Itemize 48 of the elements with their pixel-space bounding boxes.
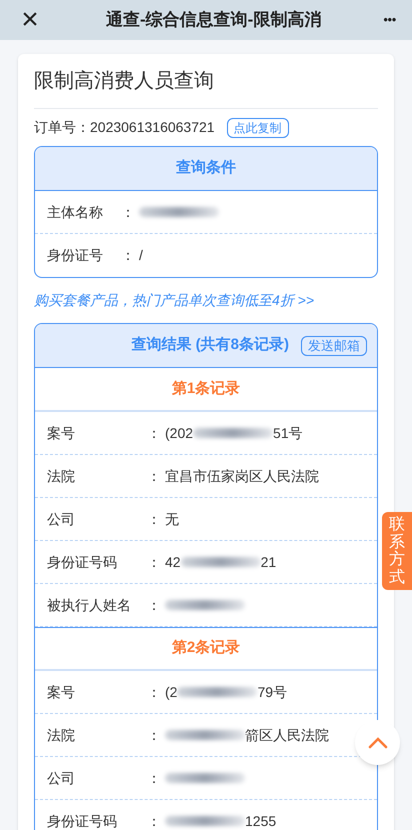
- colon: ：: [147, 682, 162, 702]
- record-title: 第2条记录: [35, 627, 377, 671]
- field-value: 21: [260, 552, 276, 572]
- panel-title: 查询结果 (共有8条记录): [132, 335, 289, 356]
- field-value: 79号: [257, 682, 288, 702]
- field-label: 身份证号码: [47, 812, 118, 830]
- field-value: 1255: [245, 812, 276, 830]
- colon: ：: [147, 552, 162, 572]
- field-label: 案号: [47, 682, 76, 702]
- field-label: 法院: [47, 466, 76, 486]
- order-number: 订单号：2023061316063721: [34, 118, 215, 137]
- field-value: 宜昌市伍家岗区人民法院: [165, 466, 319, 486]
- chevron-up-icon: [368, 736, 388, 748]
- colon: ：: [147, 424, 162, 442]
- record-title: 第1条记录: [35, 368, 377, 412]
- colon: ：: [147, 596, 162, 614]
- field-label: 案号: [47, 424, 76, 442]
- field-label: 主体名称: [47, 202, 104, 222]
- close-button[interactable]: ×: [16, 5, 44, 35]
- field-label: 公司: [47, 510, 76, 528]
- field-value: (2: [165, 682, 178, 702]
- promo-link[interactable]: 购买套餐产品，热门产品单次查询低至4折 >>: [34, 290, 378, 311]
- more-button[interactable]: •••: [383, 10, 396, 30]
- colon: ：: [147, 466, 162, 486]
- field-value: 箭区人民法院: [245, 726, 329, 744]
- colon: ：: [147, 726, 162, 744]
- field-value: 42: [165, 552, 181, 572]
- field-label: 身份证号码: [47, 552, 118, 572]
- email-button[interactable]: 发送邮箱: [301, 336, 367, 356]
- colon: ：: [147, 768, 162, 788]
- contact-tab[interactable]: 联系方式: [382, 512, 412, 590]
- page-title: 限制高消费人员查询: [34, 54, 378, 109]
- field-value: /: [139, 246, 143, 265]
- field-value: (202: [165, 424, 194, 443]
- field-label: 被执行人姓名: [47, 596, 132, 614]
- copy-button[interactable]: 点此复制: [226, 118, 289, 138]
- field-label: 公司: [47, 768, 76, 788]
- field-value: 51号: [273, 424, 303, 442]
- contact-label: 联系方式: [389, 516, 405, 586]
- field-label: 身份证号: [47, 246, 104, 265]
- field-label: 法院: [47, 726, 76, 744]
- colon: ：: [147, 510, 162, 528]
- field-value: 无: [165, 510, 179, 528]
- colon: ：: [147, 812, 162, 830]
- colon: ：: [121, 246, 136, 265]
- panel-header: 查询条件: [35, 147, 377, 191]
- window-title: 通查-综合信息查询-限制高消: [104, 9, 322, 32]
- colon: ：: [121, 202, 136, 222]
